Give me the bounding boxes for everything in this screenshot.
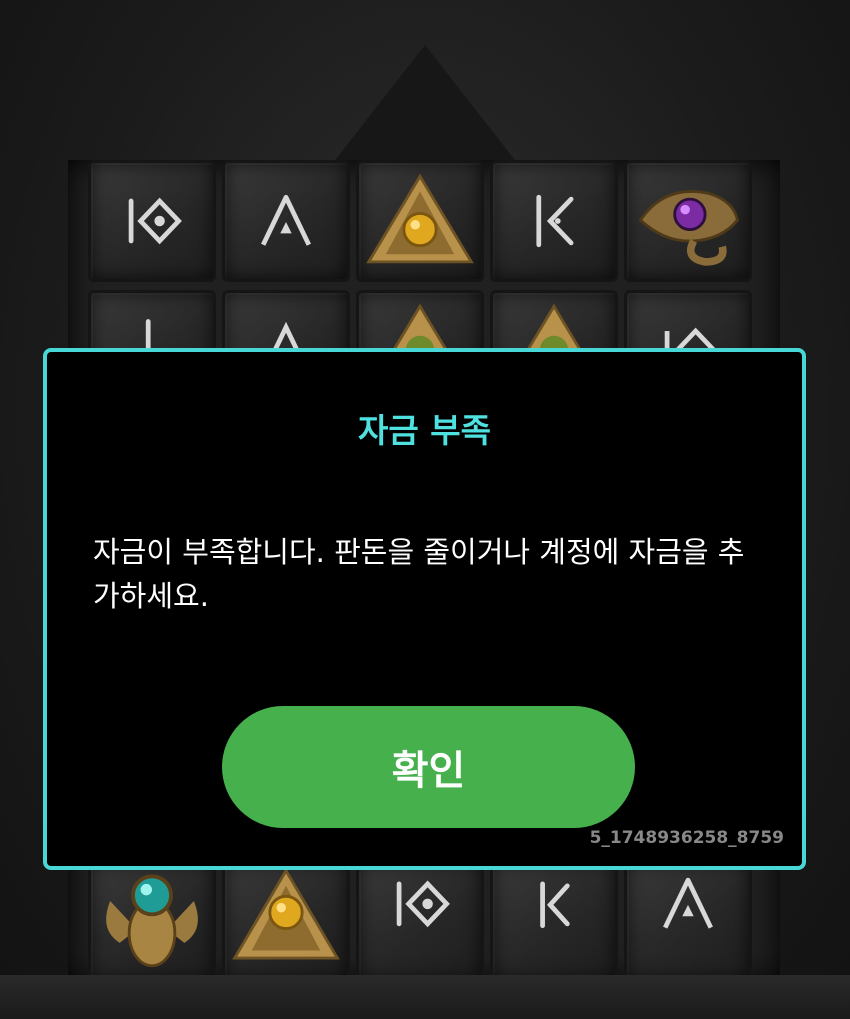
insufficient-funds-dialog: 자금 부족 자금이 부족합니다. 판돈을 줄이거나 계정에 자금을 추가하세요.… bbox=[43, 348, 806, 870]
dialog-title: 자금 부족 bbox=[358, 411, 491, 450]
pyramid-amber-gem-icon bbox=[356, 160, 484, 282]
scarab-turquoise-gem-icon bbox=[88, 860, 216, 982]
rune-k-icon bbox=[490, 160, 618, 282]
stone-floor bbox=[0, 975, 850, 1019]
dialog-message: 자금이 부족합니다. 판돈을 줄이거나 계정에 자금을 추가하세요. bbox=[93, 535, 745, 613]
rune-diamond-icon bbox=[88, 160, 216, 282]
pyramid-amber-gem-icon bbox=[222, 860, 350, 982]
rune-j-icon bbox=[490, 860, 618, 982]
rune-a-icon bbox=[624, 860, 752, 982]
rune-a-icon bbox=[222, 160, 350, 282]
session-id: 5_1748936258_8759 bbox=[589, 828, 784, 848]
reel-row-3 bbox=[88, 860, 752, 982]
eye-of-horus-purple-gem-icon bbox=[624, 160, 752, 282]
rune-diamond-icon bbox=[356, 860, 484, 982]
reel-row-1 bbox=[88, 160, 752, 282]
confirm-button[interactable]: 확인 bbox=[222, 706, 635, 828]
